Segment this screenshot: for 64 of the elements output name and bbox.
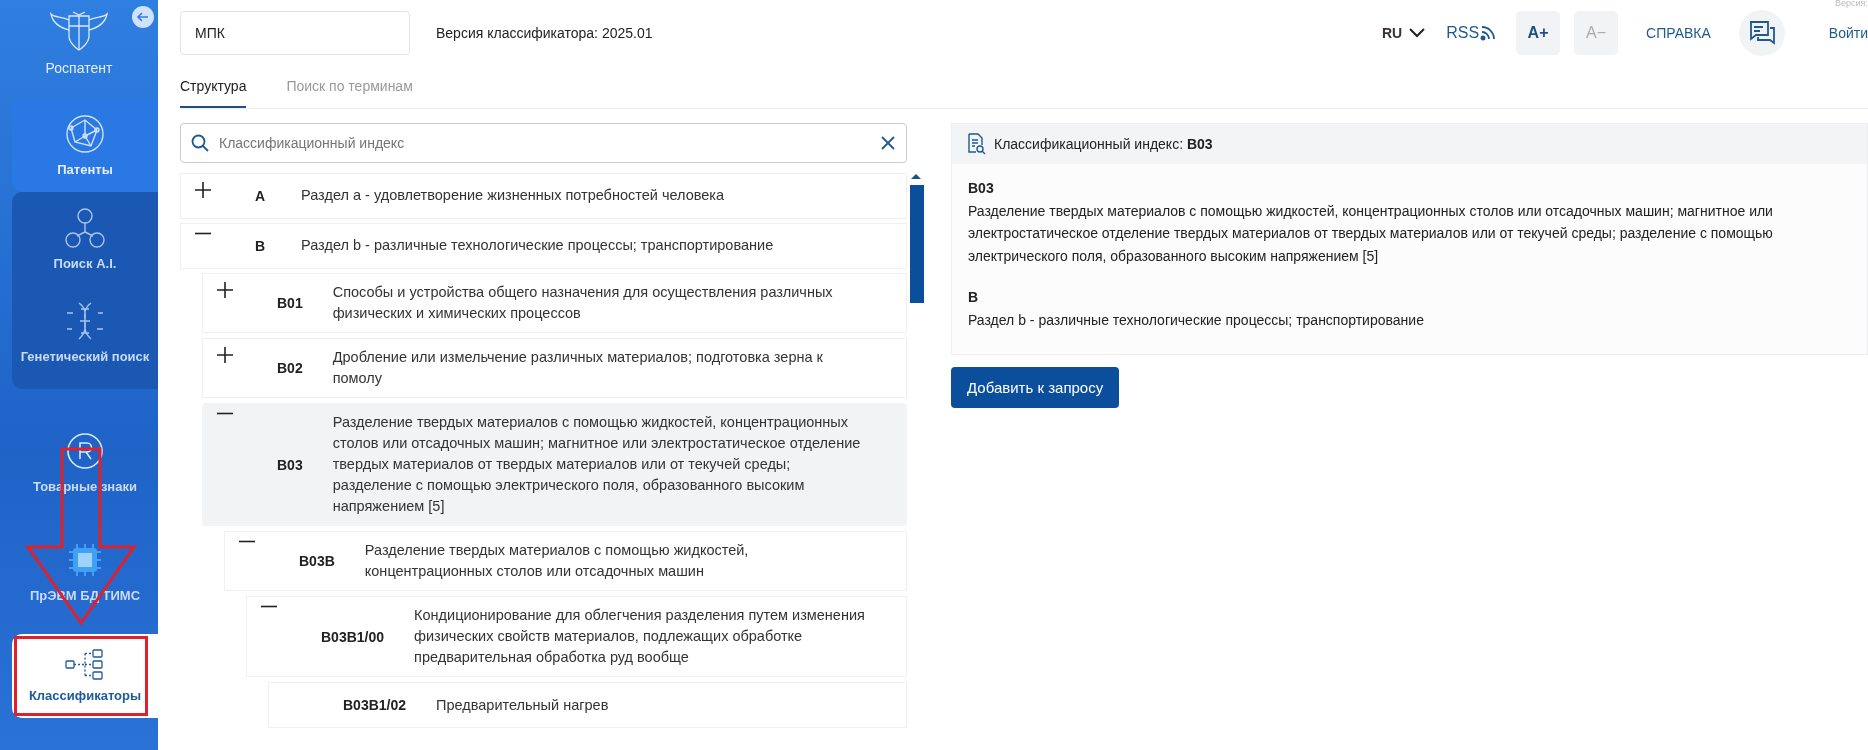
minus-icon[interactable] — [195, 232, 211, 235]
add-to-query-button[interactable]: Добавить к запросу — [951, 366, 1120, 408]
details-title: Классификационный индекс: B03 — [994, 136, 1213, 152]
back-arrow-icon — [136, 10, 150, 24]
classification-code: B02 — [277, 360, 303, 377]
nav-item[interactable]: Классификаторы — [12, 633, 158, 718]
version-note: Версия: — [1835, 0, 1868, 8]
tree-row[interactable]: B Раздел b - различные технологические процессы; транспортирование — [180, 223, 907, 269]
search-icon — [191, 134, 209, 152]
classifier-version: Версия классификатора: 2025.01 — [436, 25, 653, 41]
classification-code: B — [255, 238, 267, 254]
classification-title: Дробление или измельчение различных материалов; подготовка зерна к помолу — [332, 348, 824, 389]
classification-title: Способы и устройства общего назначения для осуществления различных физических и химических процессов — [332, 283, 834, 323]
tree-row[interactable]: B03B Разделение твердых материалов с помощью жидкостей, концентрационных столов или отсадочных машин — [224, 531, 907, 592]
rss-icon — [1480, 25, 1497, 41]
logo-label: Роспатент — [45, 60, 113, 76]
login-link[interactable]: Войти — [1798, 25, 1868, 41]
search-input[interactable]: Классификационный индекс — [217, 134, 872, 152]
classification-description: Раздел b - различные технологические процессы; транспортирование — [968, 311, 1425, 331]
classification-title: Раздел а - удовлетворение жизненных потребностей человека — [301, 186, 725, 206]
globe-network-icon — [63, 112, 107, 156]
language-selector[interactable]: RU — [1381, 25, 1427, 41]
tree-row[interactable]: B01 Способы и устройства общего назначения для осуществления различных физических и химических процессов — [202, 273, 907, 334]
plus-icon[interactable] — [217, 282, 233, 298]
classification-code: B03 — [968, 180, 995, 196]
nav-item[interactable]: Генетический поиск — [12, 285, 158, 379]
connected-circles-icon — [63, 205, 107, 250]
rss-link[interactable]: RSS — [1440, 24, 1503, 42]
classification-title: Разделение твердых материалов с помощью жидкостей, концентрационных столов или отсадочных машин — [364, 541, 750, 582]
minus-icon[interactable] — [217, 412, 233, 416]
tab[interactable]: Структура — [180, 68, 247, 108]
classification-code: B — [968, 289, 980, 306]
classification-title: Раздел b - различные технологические процессы; транспортирование — [301, 236, 774, 256]
classification-code: B03 — [277, 456, 303, 473]
collapse-sidebar-button[interactable] — [132, 6, 154, 28]
classification-description: Разделение твердых материалов с помощью жидкостей, концентрационных столов или отсадочных машин; магнитное или электростатическое отделение твердых материалов от твердых материалов или от текучей среды; разделение с помощью электрического поля, образованного высоким напряжением [5] — [968, 202, 1774, 266]
font-increase-button[interactable]: A+ — [1516, 11, 1561, 55]
tree-row[interactable]: B03B1/00 Кондиционирование для облегчения разделения путем изменения физических свойств материалов, подлежащих обработке предварительная обработка руд вообще — [246, 596, 907, 678]
classification-code: B03B1/02 — [343, 697, 407, 714]
classification-title: Разделение твердых материалов с помощью жидкостей, концентрационных столов или отсадочных машин; магнитное или электростатическое отделение твердых материалов от твердых материалов или от текучей среды; разделение с помощью электрического поля, образованного высоким напряжением [5] — [332, 413, 862, 517]
minus-icon[interactable] — [239, 540, 255, 544]
classification-title: Предварительный нагрев — [436, 695, 609, 715]
plus-icon[interactable] — [217, 347, 233, 364]
minus-icon[interactable] — [261, 605, 277, 609]
search-field[interactable]: Классификационный индекс — [180, 123, 907, 163]
chat-bubbles-icon — [1747, 20, 1776, 46]
plus-icon[interactable] — [195, 182, 211, 198]
tree-row[interactable]: B02 Дробление или измельчение различных материалов; подготовка зерна к помолу — [202, 338, 907, 399]
document-search-icon — [966, 133, 986, 155]
tree-row[interactable] — [202, 403, 907, 527]
classifier-field[interactable]: МПК — [180, 11, 410, 55]
chat-button[interactable] — [1738, 10, 1785, 56]
classification-code: B01 — [277, 295, 303, 311]
classification-code: B03B1/00 — [321, 628, 385, 645]
chevron-down-icon — [1408, 27, 1427, 39]
clear-icon[interactable] — [880, 135, 896, 151]
nav-item[interactable]: Поиск A.I. — [12, 191, 158, 286]
tree-row[interactable]: A Раздел а - удовлетворение жизненных потребностей человека — [180, 173, 907, 219]
tree-row[interactable]: B03B1/02 Предварительный нагрев — [268, 682, 907, 729]
classification-code: A — [255, 188, 267, 204]
nav-item[interactable]: Патенты — [12, 98, 158, 192]
help-link[interactable]: СПРАВКА — [1632, 25, 1725, 41]
classification-code: B03B — [299, 553, 335, 570]
classification-title: Кондиционирование для облегчения разделения путем изменения физических свойств материалов, подлежащих обработке предварительная обработка руд вообще — [414, 606, 866, 668]
